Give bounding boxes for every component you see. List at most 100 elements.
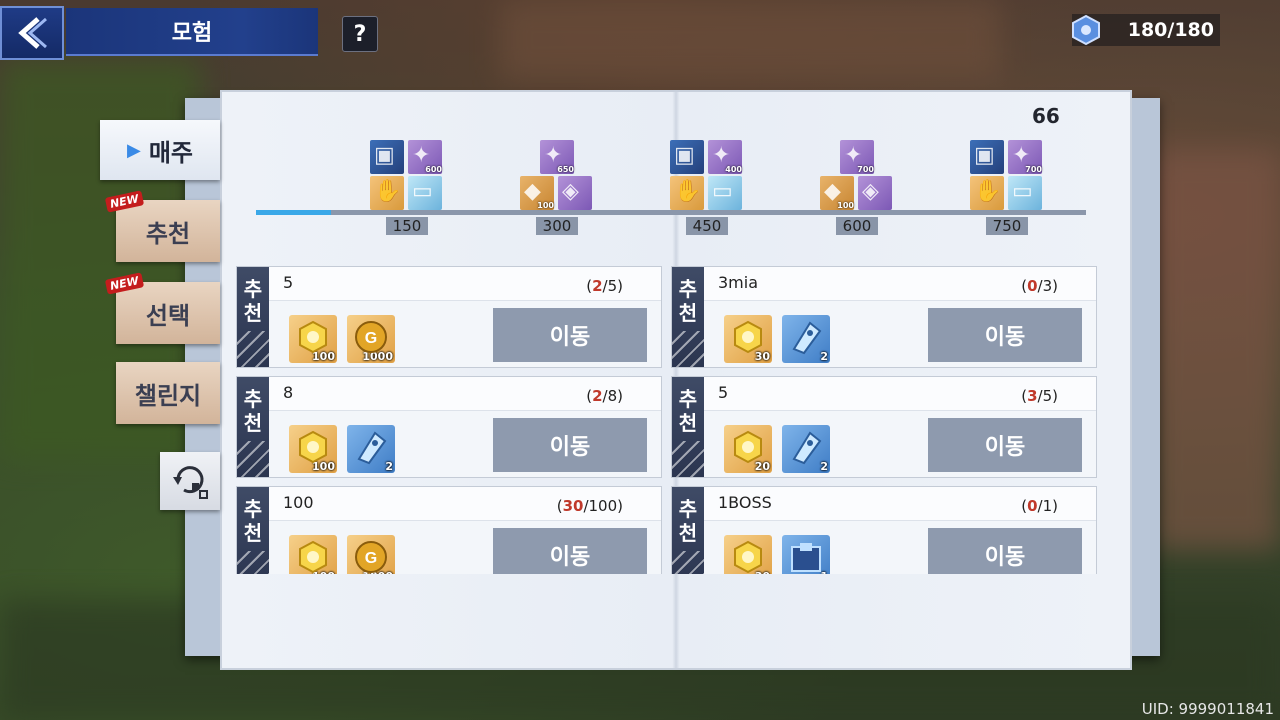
move-button[interactable]: 이동: [493, 528, 647, 574]
progress-current: 0: [1027, 277, 1038, 295]
recommended-tag: 추천: [672, 267, 704, 367]
progress-current: 2: [592, 277, 603, 295]
quest-goal: 8: [283, 383, 294, 402]
energy-value: 180/180: [1127, 19, 1214, 41]
cube-item-icon: ◆ 100: [820, 176, 854, 210]
gold-badge-icon: [730, 539, 766, 574]
gold-coin-icon: G: [353, 539, 389, 574]
quest-goal: 3mia: [718, 273, 759, 292]
quest-goal: 5: [718, 383, 729, 402]
star-chip-icon: ✦ 400: [708, 140, 742, 174]
back-arrow-icon: [18, 17, 47, 49]
energy-counter: 180/180: [1072, 14, 1220, 46]
supply-box-icon: [788, 539, 824, 574]
energy-gem-icon: [1072, 14, 1100, 46]
points-value: 66: [1032, 104, 1060, 128]
reward-item[interactable]: 1: [782, 535, 830, 574]
quest-list[interactable]: 추천 5 (2/5) 100 G 1000 이동 추천 3mia (0/3) 3…: [236, 266, 1098, 574]
refresh-icon: [173, 466, 208, 499]
selected-arrow-icon: ▶: [126, 139, 141, 161]
reward-item[interactable]: 2: [782, 425, 830, 473]
recommended-tag: 추천: [237, 267, 269, 367]
reset-button[interactable]: [160, 452, 220, 510]
quest-card: 추천 5 (3/5) 20 2 이동: [671, 376, 1097, 478]
progress-current: 30: [562, 497, 584, 515]
box-reward-icon: ▣: [970, 140, 1004, 174]
crystal-icon: ◈: [558, 176, 592, 210]
back-button[interactable]: [0, 6, 64, 60]
gold-badge-icon: [295, 319, 331, 359]
quest-goal: 100: [283, 493, 314, 512]
gold-badge-icon: [730, 319, 766, 359]
recommended-tag: 추천: [672, 377, 704, 477]
reward-item[interactable]: 100: [289, 315, 337, 363]
tab-recommended[interactable]: NEW 추천: [104, 190, 220, 262]
milestone-label: 300: [536, 217, 578, 235]
hand-item-icon: ✋: [370, 176, 404, 210]
ticket-icon: [788, 429, 824, 469]
ticket-icon: ▭: [1008, 176, 1042, 210]
quest-card: 추천 8 (2/8) 100 2 이동: [236, 376, 662, 478]
recommended-tag: 추천: [237, 377, 269, 477]
move-button[interactable]: 이동: [928, 308, 1082, 362]
recommended-tag: 추천: [672, 487, 704, 574]
reward-item[interactable]: 30: [724, 315, 772, 363]
page-title: 모험: [66, 8, 318, 56]
quest-card: 추천 3mia (0/3) 30 2 이동: [671, 266, 1097, 368]
reward-item[interactable]: 20: [724, 425, 772, 473]
cube-item-icon: ◆ 100: [520, 176, 554, 210]
user-id: UID: 9999011841: [1141, 700, 1274, 718]
move-button[interactable]: 이동: [493, 308, 647, 362]
reward-item[interactable]: 100: [289, 425, 337, 473]
hand-item-icon: ✋: [970, 176, 1004, 210]
hand-item-icon: ✋: [670, 176, 704, 210]
box-reward-icon: ▣: [670, 140, 704, 174]
progress-max: 3: [1042, 277, 1053, 295]
ticket-icon: ▭: [408, 176, 442, 210]
move-button[interactable]: 이동: [493, 418, 647, 472]
svg-text:G: G: [365, 330, 377, 347]
progress-max: 5: [1042, 387, 1053, 405]
reward-item[interactable]: 2: [782, 315, 830, 363]
quest-progress: (3/5): [1021, 387, 1058, 405]
help-button[interactable]: ?: [342, 16, 378, 52]
star-chip-icon: ✦ 650: [540, 140, 574, 174]
ticket-icon: [353, 429, 389, 469]
ticket-icon: ▭: [708, 176, 742, 210]
crystal-icon: ◈: [858, 176, 892, 210]
move-button[interactable]: 이동: [928, 528, 1082, 574]
gold-coin-icon: G: [353, 319, 389, 359]
move-button[interactable]: 이동: [928, 418, 1082, 472]
gold-badge-icon: [295, 539, 331, 574]
quest-card: 추천 5 (2/5) 100 G 1000 이동: [236, 266, 662, 368]
reward-item[interactable]: 30: [724, 535, 772, 574]
quest-progress: (0/3): [1021, 277, 1058, 295]
reward-item[interactable]: G 1000: [347, 535, 395, 574]
milestone-label: 750: [986, 217, 1028, 235]
tab-selection-label: 선택: [145, 301, 191, 330]
tab-recommended-label: 추천: [145, 219, 191, 248]
milestone-label: 600: [836, 217, 878, 235]
gold-badge-icon: [295, 429, 331, 469]
quest-card: 추천 1BOSS (0/1) 30 1 이동: [671, 486, 1097, 574]
milestone-label: 150: [386, 217, 428, 235]
progress-current: 3: [1027, 387, 1038, 405]
progress-max: 1: [1042, 497, 1053, 515]
progress-max: 5: [607, 277, 618, 295]
progress-fill: [256, 210, 331, 215]
tab-weekly[interactable]: ▶ 매주: [100, 120, 220, 180]
star-chip-icon: ✦ 700: [840, 140, 874, 174]
gold-badge-icon: [730, 429, 766, 469]
reward-item[interactable]: 2: [347, 425, 395, 473]
milestone-label: 450: [686, 217, 728, 235]
progress-current: 2: [592, 387, 603, 405]
tab-selection[interactable]: NEW 선택: [104, 272, 220, 344]
reward-item[interactable]: G 1000: [347, 315, 395, 363]
ticket-icon: [788, 319, 824, 359]
recommended-tag: 추천: [237, 487, 269, 574]
quest-progress: (30/100): [556, 497, 623, 515]
progress-track: [256, 210, 1086, 215]
tab-challenge[interactable]: 챌린지: [116, 362, 220, 424]
quest-progress: (2/5): [586, 277, 623, 295]
reward-item[interactable]: 100: [289, 535, 337, 574]
